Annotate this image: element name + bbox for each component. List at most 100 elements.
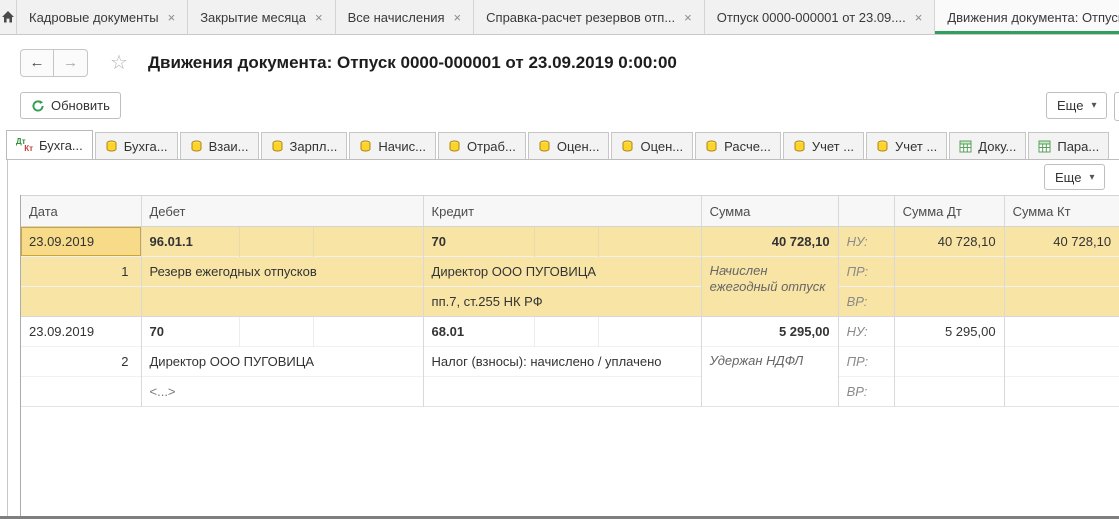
tab-register-accounting-io-2[interactable]: Учет ... [866, 132, 947, 159]
tab-register-estimates[interactable]: Оцен... [528, 132, 610, 159]
coins-icon [190, 140, 203, 153]
star-icon[interactable]: ☆ [110, 50, 128, 75]
tab-register-estimates-2[interactable]: Оцен... [611, 132, 693, 159]
window-tab-kadrovye[interactable]: Кадровые документы × [17, 0, 188, 34]
cell-debit-sub[interactable] [313, 317, 423, 347]
cell-debit-analytics[interactable]: Резерв ежегодных отпусков [141, 257, 423, 287]
partial-button[interactable] [1114, 92, 1119, 121]
tab-register-accruals[interactable]: Начис... [349, 132, 436, 159]
refresh-button[interactable]: Обновить [20, 92, 121, 119]
tab-register-worked[interactable]: Отраб... [438, 132, 526, 159]
home-button[interactable] [0, 0, 17, 34]
cell-amount-dt[interactable] [894, 257, 1004, 287]
cell-amount-kt[interactable] [1004, 257, 1119, 287]
col-amount-dt: Сумма Дт [894, 196, 1004, 227]
coins-icon [538, 140, 551, 153]
table-row: <...> ВР: [21, 377, 1119, 407]
more-button-top[interactable]: Еще ▾ [1046, 92, 1107, 119]
cell-tax-pr[interactable]: ПР: [838, 257, 894, 287]
cell-amount-dt[interactable] [894, 287, 1004, 317]
window-tab-otpusk[interactable]: Отпуск 0000-000001 от 23.09.... × [705, 0, 936, 34]
cell-tax-nu[interactable]: НУ: [838, 227, 894, 257]
cell-amount-dt[interactable]: 5 295,00 [894, 317, 1004, 347]
cell-date[interactable] [21, 377, 141, 407]
close-icon[interactable]: × [315, 10, 323, 25]
window-tab-dvizheniya[interactable]: Движения документа: Отпуск... × [935, 0, 1119, 34]
coins-icon [448, 140, 461, 153]
forward-icon: → [63, 54, 78, 71]
cell-amount-kt[interactable] [1004, 317, 1119, 347]
cell-debit-sub[interactable] [239, 317, 313, 347]
cell-amount-kt[interactable] [1004, 347, 1119, 377]
tab-register-documents[interactable]: Доку... [949, 132, 1026, 159]
close-icon[interactable]: × [168, 10, 176, 25]
col-debit: Дебет [141, 196, 423, 227]
window-tab-zakrytie[interactable]: Закрытие месяца × [188, 0, 335, 34]
cell-debit-extra[interactable] [141, 287, 423, 317]
tab-register-salary[interactable]: Зарпл... [261, 132, 348, 159]
more-label: Еще [1057, 98, 1083, 113]
col-tax-kind [838, 196, 894, 227]
tab-register-mutual[interactable]: Взаи... [180, 132, 259, 159]
cell-credit-sub[interactable] [598, 227, 701, 257]
cell-amount-dt[interactable] [894, 347, 1004, 377]
cell-tax-vr[interactable]: ВР: [838, 377, 894, 407]
cell-date[interactable]: 23.09.2019 [21, 317, 141, 347]
home-icon [0, 9, 16, 25]
more-button-grid[interactable]: Еще ▾ [1044, 164, 1105, 190]
cell-amount[interactable]: 40 728,10 [701, 227, 838, 257]
cell-credit-account[interactable]: 70 [423, 227, 534, 257]
forward-button[interactable]: → [54, 50, 87, 76]
cell-operation[interactable]: Удержан НДФЛ [701, 347, 838, 407]
register-tab-label: Взаи... [209, 139, 249, 154]
register-tab-label: Доку... [978, 139, 1016, 154]
col-date: Дата [21, 196, 141, 227]
cell-debit-sub[interactable] [239, 227, 313, 257]
cell-credit-sub[interactable] [534, 317, 598, 347]
cell-debit-extra[interactable]: <...> [141, 377, 423, 407]
tab-register-accounting-2[interactable]: Бухга... [95, 132, 178, 159]
cell-amount-kt[interactable]: 40 728,10 [1004, 227, 1119, 257]
cell-credit-sub[interactable] [598, 317, 701, 347]
cell-debit-account[interactable]: 70 [141, 317, 239, 347]
close-icon[interactable]: × [915, 10, 923, 25]
table-row: пп.7, ст.255 НК РФ ВР: [21, 287, 1119, 317]
cell-debit-account[interactable]: 96.01.1 [141, 227, 239, 257]
window-tab-spravka[interactable]: Справка-расчет резервов отп... × [474, 0, 705, 34]
cell-credit-analytics[interactable]: Налог (взносы): начислено / уплачено [423, 347, 701, 377]
cell-date[interactable] [21, 287, 141, 317]
tab-register-params[interactable]: Пара... [1028, 132, 1109, 159]
cell-amount-dt[interactable] [894, 377, 1004, 407]
close-icon[interactable]: × [454, 10, 462, 25]
tab-register-accounting-io[interactable]: Учет ... [783, 132, 864, 159]
cell-amount-kt[interactable] [1004, 377, 1119, 407]
cell-credit-sub[interactable] [534, 227, 598, 257]
cell-amount[interactable]: 5 295,00 [701, 317, 838, 347]
register-tab-label: Бухга... [39, 138, 83, 153]
cell-date[interactable]: 23.09.2019 [21, 227, 141, 257]
tab-register-calculations[interactable]: Расче... [695, 132, 781, 159]
cell-tax-pr[interactable]: ПР: [838, 347, 894, 377]
cell-row-number[interactable]: 1 [21, 257, 141, 287]
cell-operation[interactable]: Начислен ежегодный отпуск [701, 257, 838, 317]
close-icon[interactable]: × [684, 10, 692, 25]
back-button[interactable]: ← [21, 50, 54, 76]
cell-row-number[interactable]: 2 [21, 347, 141, 377]
tab-register-accounting[interactable]: ДтКт Бухга... [6, 130, 93, 160]
cell-credit-account[interactable]: 68.01 [423, 317, 534, 347]
cell-amount-kt[interactable] [1004, 287, 1119, 317]
window-tab-label: Движения документа: Отпуск... [947, 10, 1119, 25]
cell-credit-analytics[interactable]: Директор ООО ПУГОВИЦА [423, 257, 701, 287]
window-tab-label: Все начисления [348, 10, 445, 25]
register-tab-label: Начис... [378, 139, 426, 154]
window-tab-nachisleniya[interactable]: Все начисления × [336, 0, 475, 34]
cell-credit-extra[interactable]: пп.7, ст.255 НК РФ [423, 287, 701, 317]
coins-icon [705, 140, 718, 153]
cell-tax-vr[interactable]: ВР: [838, 287, 894, 317]
cell-debit-analytics[interactable]: Директор ООО ПУГОВИЦА [141, 347, 423, 377]
cell-debit-sub[interactable] [313, 227, 423, 257]
cell-amount-dt[interactable]: 40 728,10 [894, 227, 1004, 257]
cell-credit-extra[interactable] [423, 377, 701, 407]
register-tab-label: Оцен... [640, 139, 683, 154]
cell-tax-nu[interactable]: НУ: [838, 317, 894, 347]
